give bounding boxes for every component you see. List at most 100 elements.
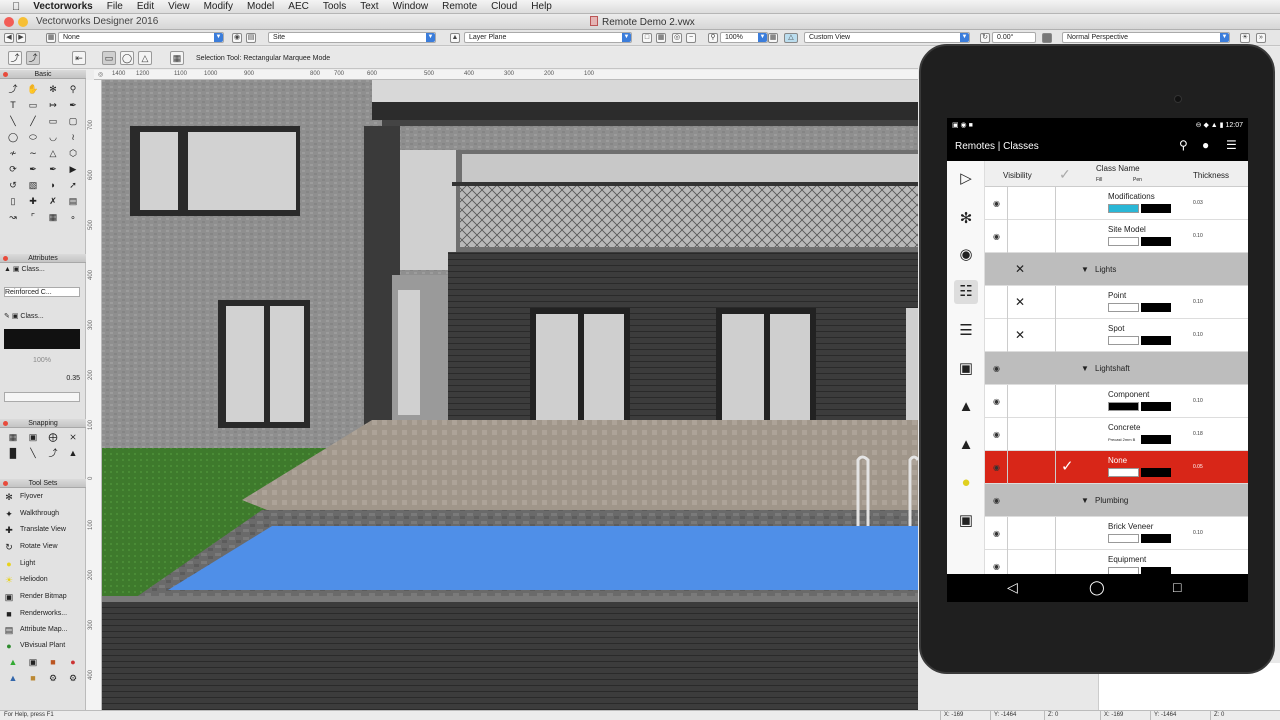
thickness-value[interactable]: 0.03 <box>1193 200 1203 206</box>
toolset-rotate-view[interactable]: ↻ Rotate View <box>4 540 80 554</box>
menu-remote[interactable]: Remote <box>435 0 484 14</box>
toolset-translate-view[interactable]: ✚ Translate View <box>4 523 80 537</box>
column-class-name[interactable]: Class Name <box>1096 164 1140 173</box>
attribute-map-tool-icon[interactable]: ▤ <box>63 193 83 209</box>
menu-file[interactable]: File <box>100 0 130 14</box>
toolset-walkthrough[interactable]: ✦ Walkthrough <box>4 507 80 521</box>
thickness-value[interactable]: 0.10 <box>1193 299 1203 305</box>
rotate-tool-icon[interactable]: ↺ <box>3 177 23 193</box>
polygon-tool-icon[interactable]: △ <box>43 145 63 161</box>
column-visibility[interactable]: Visibility <box>1003 171 1032 180</box>
column-thickness[interactable]: Thickness <box>1193 171 1229 180</box>
thickness-value[interactable]: 0.10 <box>1193 233 1203 239</box>
toolset-render-bitmap[interactable]: ▣ Render Bitmap <box>4 590 80 604</box>
class-row[interactable]: ◉ Modifications 0.03 <box>985 187 1248 220</box>
toolset-flyover[interactable]: ✻ Flyover <box>4 490 80 504</box>
class-select[interactable]: None ▼ <box>58 32 224 43</box>
line-style-select[interactable] <box>4 392 80 402</box>
check-all-icon[interactable]: ✓ <box>1059 166 1071 183</box>
class-row[interactable]: ◉ ✓ None 0.05 <box>985 451 1248 484</box>
eye-icon[interactable]: ◉ <box>993 562 1000 571</box>
menu-view[interactable]: View <box>161 0 197 14</box>
pen-swatch[interactable] <box>1141 237 1171 246</box>
fill-swatch[interactable] <box>1108 336 1139 345</box>
opacity-field[interactable]: 100% <box>4 356 80 366</box>
camera-icon[interactable]: ▣ <box>954 509 978 533</box>
trim-tool-icon[interactable]: ✗ <box>43 193 63 209</box>
pen-swatch[interactable] <box>1141 303 1171 312</box>
fill-swatch[interactable]: Precast 2mm B <box>1108 435 1139 444</box>
play-icon[interactable]: ▷ <box>954 167 978 191</box>
split-tool-icon[interactable]: ✚ <box>23 193 43 209</box>
detail-toolset-icon[interactable]: ■ <box>23 670 43 686</box>
class-row[interactable]: ✕ Point 0.10 <box>985 286 1248 319</box>
apple-icon[interactable]:  <box>0 1 26 13</box>
fill-swatch[interactable] <box>1108 303 1139 312</box>
render-select[interactable]: Normal Perspective ▼ <box>1062 32 1230 43</box>
connect-tool-icon[interactable]: ➚ <box>63 177 83 193</box>
polygon-marquee-icon[interactable]: △ <box>138 51 152 65</box>
zoom-out-icon[interactable]: − <box>686 33 696 43</box>
line-tool-icon[interactable]: ╲ <box>3 113 23 129</box>
pen-attribute-row[interactable]: ✎ ▣ Class... <box>4 312 80 322</box>
menu-icon[interactable]: ☰ <box>1226 138 1237 152</box>
zoom-tool-icon[interactable]: ⚲ <box>63 81 83 97</box>
toolset-attribute-map[interactable]: ▤ Attribute Map... <box>4 623 80 637</box>
class-group-row[interactable]: ◉ ▼ Plumbing <box>985 484 1248 517</box>
layer-select[interactable]: Site ▼ <box>268 32 436 43</box>
drawing-area-3d-view[interactable] <box>102 80 918 710</box>
machine-toolset-icon[interactable]: ⚙ <box>43 670 63 686</box>
save-view-icon[interactable]: ▦ <box>656 33 666 43</box>
lineweight-field[interactable]: 0.35 <box>4 374 80 384</box>
lightbulb-icon[interactable]: ● <box>954 471 978 495</box>
visualization-toolset-icon[interactable]: ● <box>63 654 83 670</box>
thickness-value[interactable]: 0.10 <box>1193 398 1203 404</box>
menu-edit[interactable]: Edit <box>130 0 161 14</box>
polyline-tool-icon[interactable]: ∼ <box>23 145 43 161</box>
flyover-icon[interactable]: △ <box>784 33 798 43</box>
snap-smart-point-icon[interactable]: ╲ <box>23 445 43 461</box>
move-tool-icon[interactable]: ▧ <box>23 177 43 193</box>
rectangle-tool-icon[interactable]: ▭ <box>43 113 63 129</box>
menu-text[interactable]: Text <box>353 0 385 14</box>
toolset-renderworks[interactable]: ■ Renderworks... <box>4 607 80 621</box>
callout-tool-icon[interactable]: ▭ <box>23 97 43 113</box>
selection-mode-2-icon[interactable]: ⤴ <box>26 51 40 65</box>
back-icon[interactable]: ◁ <box>1007 579 1018 596</box>
more-icon[interactable]: » <box>1256 33 1266 43</box>
dims-toolset-icon[interactable]: ▲ <box>3 670 23 686</box>
toolset-light[interactable]: ● Light <box>4 557 80 571</box>
menu-model[interactable]: Model <box>240 0 281 14</box>
saved-views-icon[interactable]: ▲ <box>954 395 978 419</box>
eyedropper-tool-icon[interactable]: ✒ <box>63 97 83 113</box>
fill-swatch[interactable] <box>1108 468 1139 477</box>
back-icon[interactable]: ◀ <box>4 33 14 43</box>
navigate-icon[interactable]: ✻ <box>954 207 978 231</box>
hidden-x-icon[interactable]: ✕ <box>1015 328 1025 342</box>
location-pin-icon[interactable]: ● <box>1202 138 1209 152</box>
snap-object-icon[interactable]: ▣ <box>23 429 43 445</box>
oval-tool-icon[interactable]: ⬭ <box>23 129 43 145</box>
sheets-icon[interactable]: ▣ <box>954 357 978 381</box>
class-row[interactable]: ◉ Brick Veneer 0.10 <box>985 517 1248 550</box>
dimension-tool-icon[interactable]: ↦ <box>43 97 63 113</box>
class-row[interactable]: ◉ Concrete Precast 2mm B 0.18 <box>985 418 1248 451</box>
thickness-value[interactable]: 0.10 <box>1193 332 1203 338</box>
spiral-tool-icon[interactable]: ⟳ <box>3 161 23 177</box>
zoom-icon[interactable]: ⚲ <box>708 33 718 43</box>
select-similar-tool-icon[interactable]: ▦ <box>43 209 63 225</box>
class-group-row[interactable]: ◉ ▼ Lightshaft <box>985 352 1248 385</box>
fill-swatch[interactable] <box>1108 402 1139 411</box>
close-palette-icon[interactable] <box>3 421 8 426</box>
layers-icon[interactable]: ☰ <box>954 319 978 343</box>
text-tool-icon[interactable]: T <box>3 97 23 113</box>
chamfer-tool-icon[interactable]: ↝ <box>3 209 23 225</box>
double-line-tool-icon[interactable]: ╱ <box>23 113 43 129</box>
menu-app[interactable]: Vectorworks <box>26 0 99 14</box>
hexagon-tool-icon[interactable]: ⬡ <box>63 145 83 161</box>
eye-icon[interactable]: ◉ <box>993 496 1000 505</box>
fit-icon[interactable]: ◎ <box>672 33 682 43</box>
attributes-palette-header[interactable]: Attributes <box>0 254 86 263</box>
selection-mode-3-icon[interactable]: ⇤ <box>72 51 86 65</box>
arc-tool-icon[interactable]: ◡ <box>43 129 63 145</box>
